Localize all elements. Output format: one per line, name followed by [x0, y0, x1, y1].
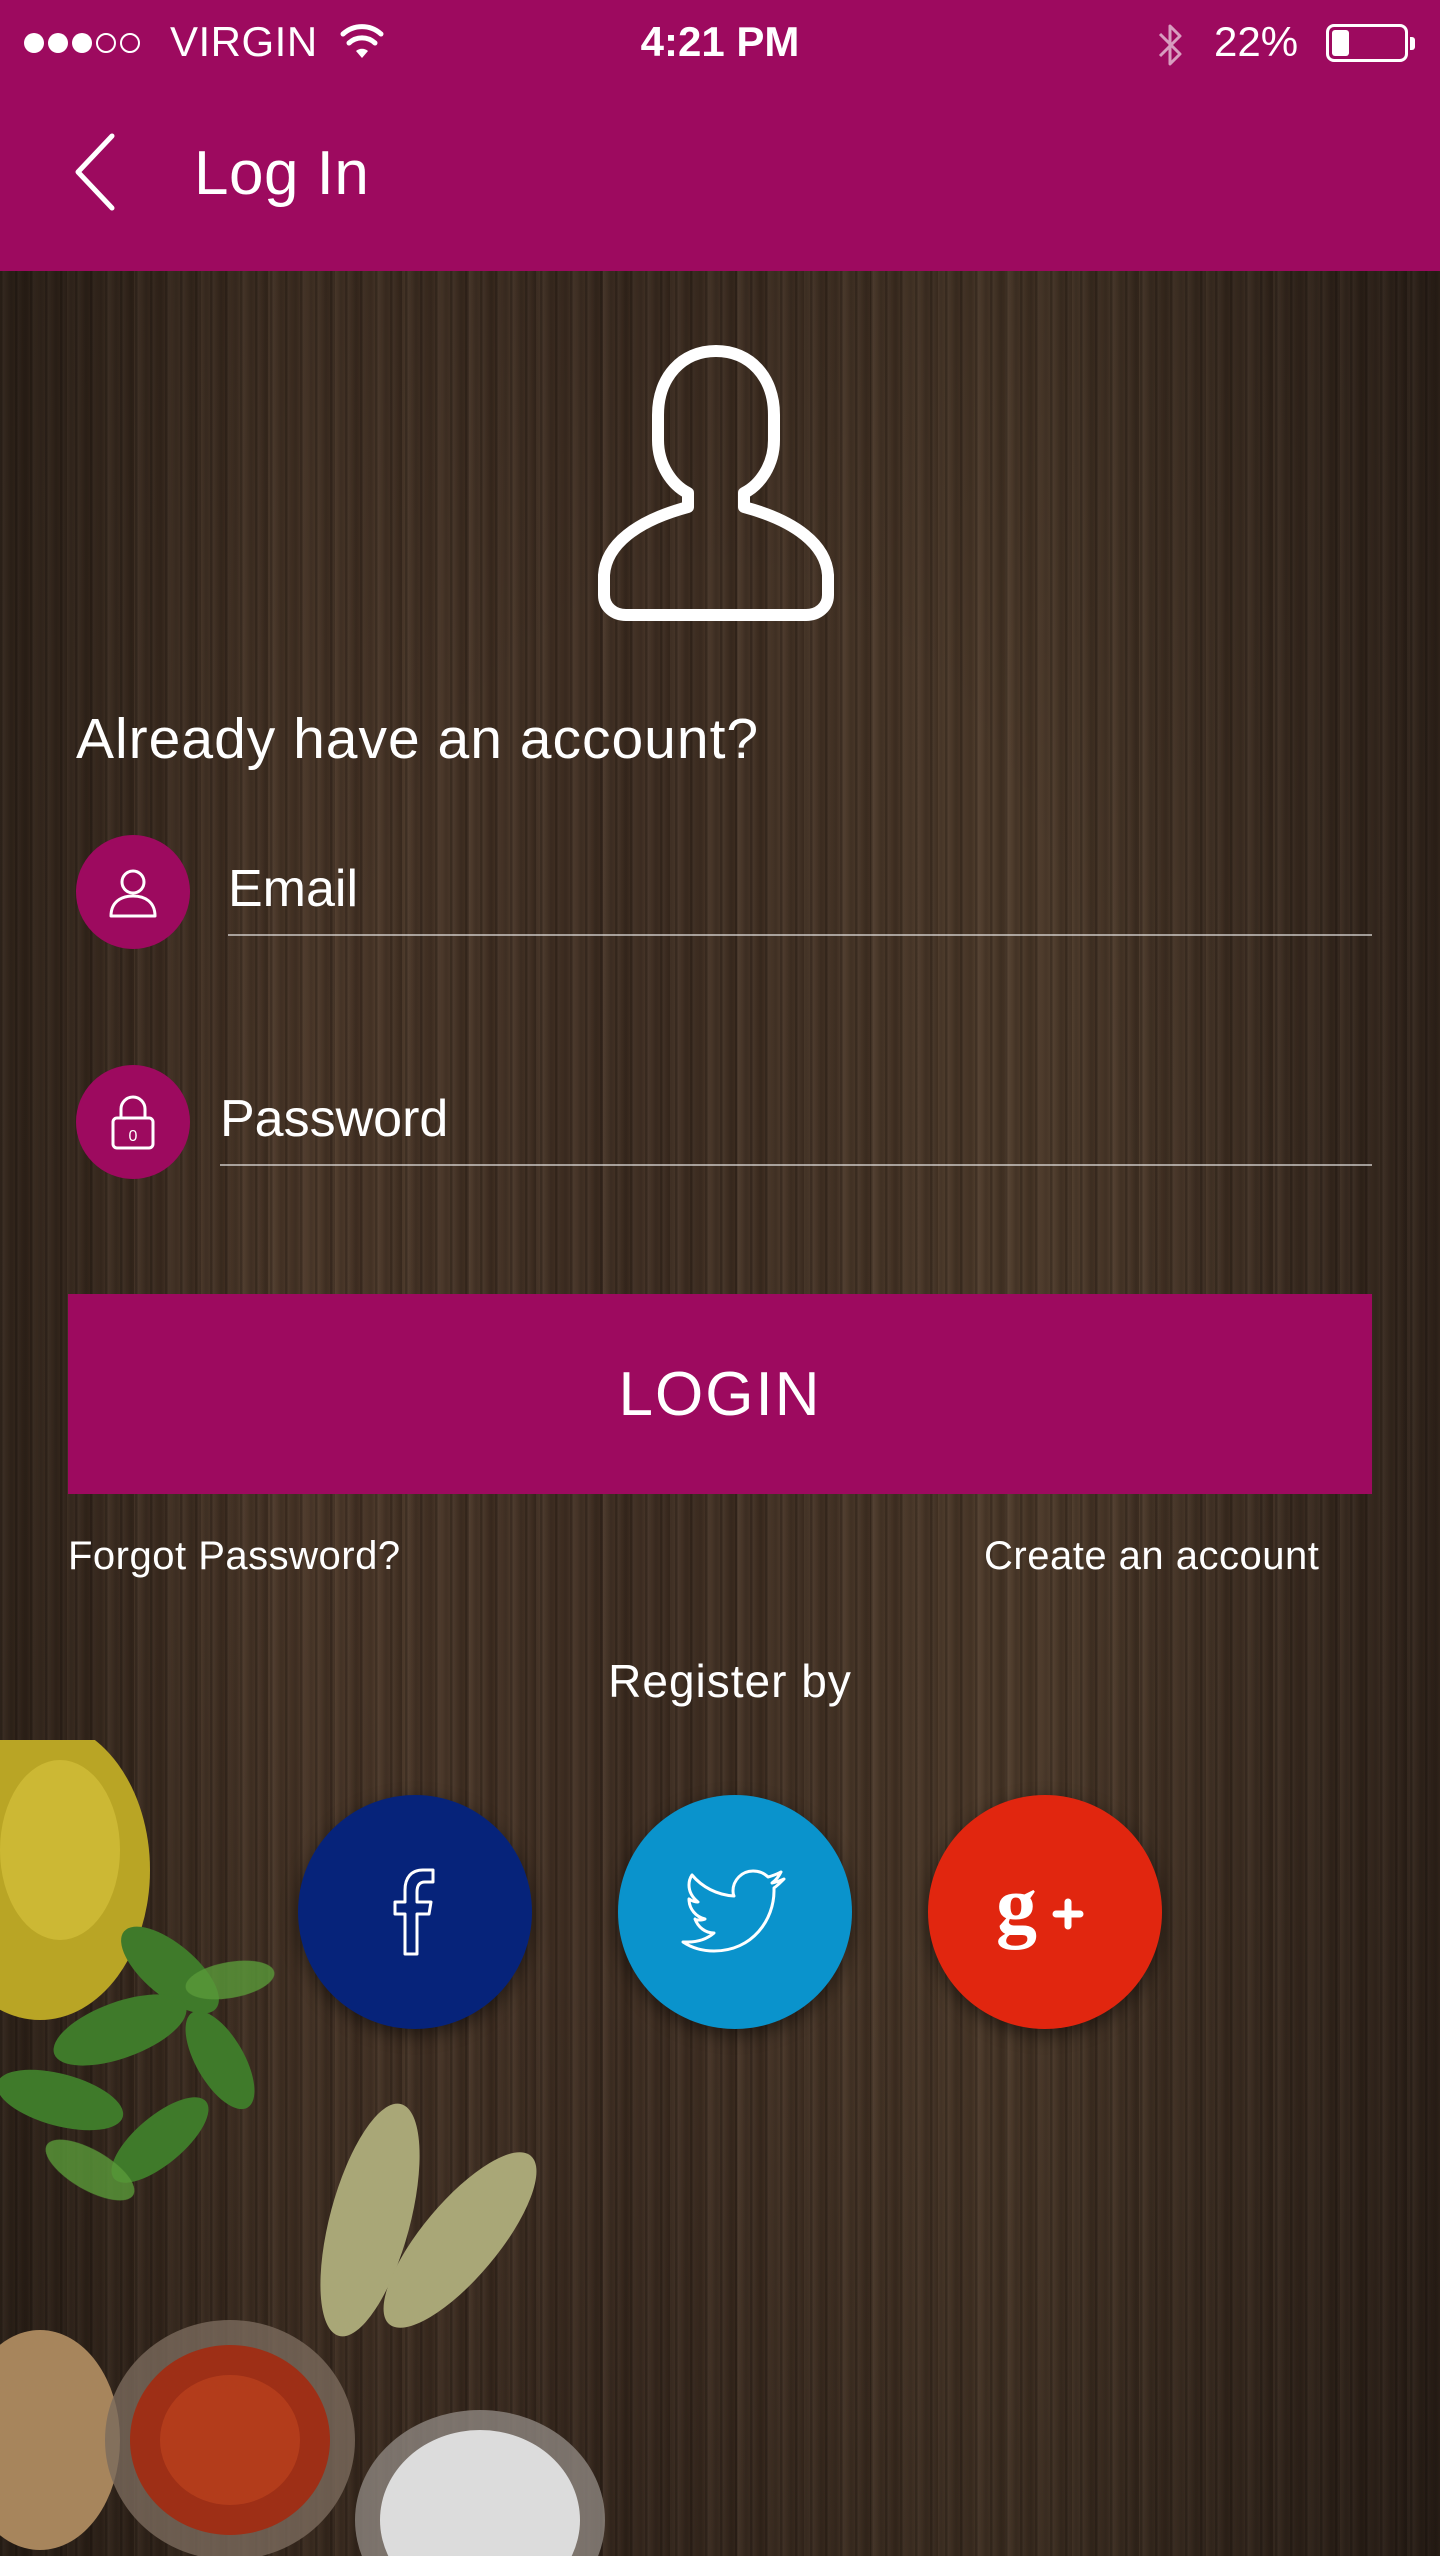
- register-by-label: Register by: [608, 1655, 852, 1707]
- email-field[interactable]: [228, 844, 1372, 936]
- forgot-password-link[interactable]: Forgot Password?: [68, 1534, 401, 1579]
- twitter-button[interactable]: [618, 1795, 852, 2029]
- password-field[interactable]: [220, 1074, 1372, 1166]
- status-bar: VIRGIN 4:21 PM 22%: [0, 0, 1440, 90]
- create-account-link[interactable]: Create an account: [984, 1534, 1319, 1579]
- form-heading: Already have an account?: [76, 707, 760, 771]
- facebook-button[interactable]: [298, 1795, 532, 2029]
- page-title: Log In: [194, 139, 370, 208]
- user-icon: [109, 869, 157, 918]
- bluetooth-icon: [1158, 24, 1182, 66]
- app-header: VIRGIN 4:21 PM 22% Log In: [0, 0, 1440, 271]
- battery-icon: [1326, 24, 1415, 62]
- battery-percent: 22%: [1214, 18, 1299, 65]
- lock-icon: 0: [111, 1095, 155, 1150]
- login-button[interactable]: LOGIN: [68, 1294, 1372, 1494]
- back-chevron-icon[interactable]: [70, 132, 120, 212]
- password-field-badge: 0: [76, 1065, 190, 1179]
- battery-fill: [1332, 30, 1349, 56]
- facebook-icon: [393, 1868, 435, 1956]
- svg-text:0: 0: [129, 1128, 138, 1145]
- svg-text:g: g: [996, 1862, 1037, 1950]
- google-plus-button[interactable]: g: [928, 1795, 1162, 2029]
- twitter-icon: [681, 1869, 786, 1953]
- google-plus-icon: g: [996, 1862, 1084, 1950]
- email-field-badge: [76, 835, 190, 949]
- user-avatar-icon: [598, 345, 834, 621]
